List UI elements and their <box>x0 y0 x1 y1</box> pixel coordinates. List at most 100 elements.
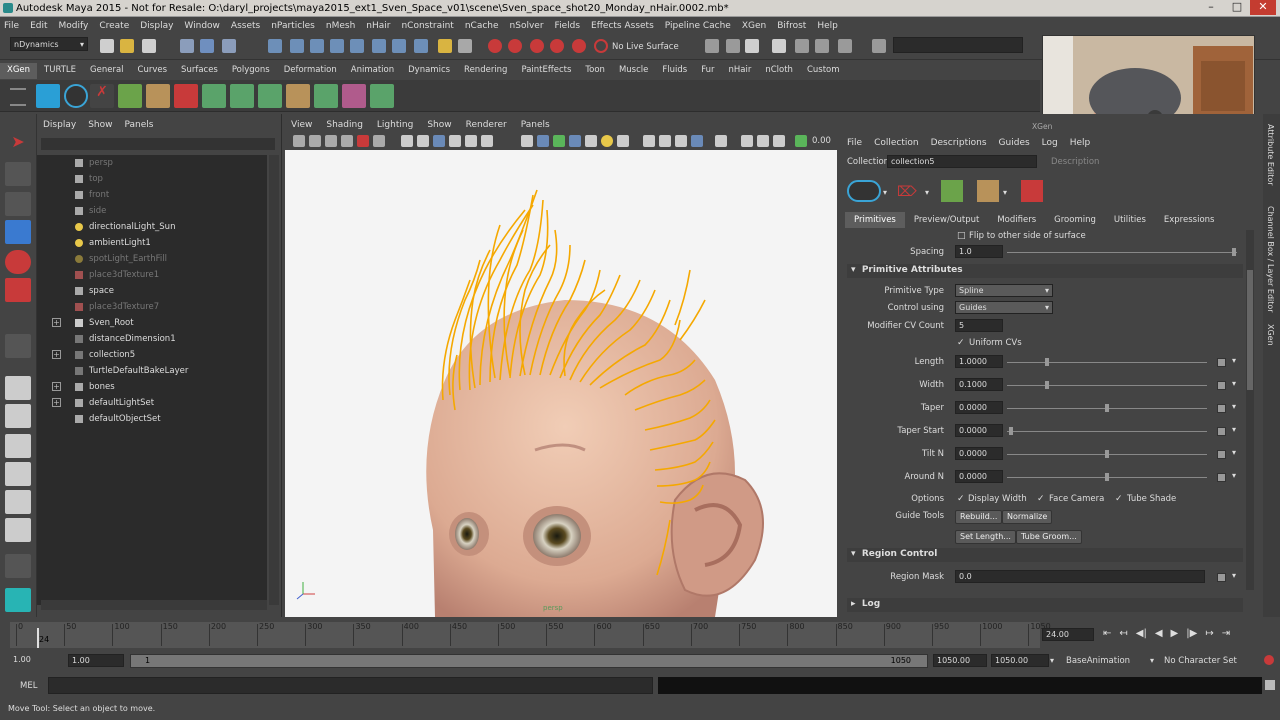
xgen-preview-icon[interactable] <box>64 84 88 108</box>
menu-nmesh[interactable]: nMesh <box>326 21 355 31</box>
outliner-item[interactable]: side <box>37 203 267 219</box>
shelf-tab-surfaces[interactable]: Surfaces <box>174 63 225 79</box>
menu-window[interactable]: Window <box>184 21 220 31</box>
display-width-checkbox[interactable]: ✓ <box>957 495 967 505</box>
textured-icon[interactable] <box>569 135 581 147</box>
hide-show-icon[interactable] <box>838 39 852 53</box>
image-plane-icon[interactable] <box>341 135 353 147</box>
shelf-tab-fur[interactable]: Fur <box>694 63 721 79</box>
chevron-down-icon[interactable]: ▾ <box>1150 656 1154 665</box>
chevron-down-icon[interactable]: ▾ <box>1232 448 1236 457</box>
tilt-n-field[interactable]: 0.0000 <box>955 447 1003 460</box>
expand-icon[interactable]: + <box>52 398 61 407</box>
play-backward-icon[interactable]: ◀ <box>1155 628 1163 642</box>
single-perspective-icon[interactable] <box>5 376 31 400</box>
tab-utilities[interactable]: Utilities <box>1105 212 1155 228</box>
outliner-vertical-scrollbar[interactable] <box>269 155 279 605</box>
viewport-menu-renderer[interactable]: Renderer <box>466 120 507 130</box>
playback-end-field[interactable]: 1050.00 <box>933 654 987 667</box>
lock-icon[interactable] <box>458 39 472 53</box>
go-to-end-icon[interactable]: ⇥ <box>1222 628 1230 642</box>
chevron-down-icon[interactable]: ▾ <box>1050 656 1054 665</box>
outliner-item[interactable]: directionalLight_Sun <box>37 219 267 235</box>
bookmark-icon[interactable] <box>325 135 337 147</box>
map-icon[interactable] <box>1217 404 1226 413</box>
grid-icon[interactable] <box>401 135 413 147</box>
step-back-key-icon[interactable]: ↤ <box>1119 628 1127 642</box>
tube-shade-checkbox[interactable]: ✓ <box>1115 495 1125 505</box>
taper-start-field[interactable]: 0.0000 <box>955 424 1003 437</box>
wireframe-on-shaded-icon[interactable] <box>553 135 565 147</box>
menu-file[interactable]: File <box>4 21 19 31</box>
xray-joints-icon[interactable] <box>741 135 753 147</box>
spacing-slider[interactable] <box>1007 252 1237 253</box>
layout-more-icon[interactable] <box>5 554 31 578</box>
render-settings-icon[interactable] <box>530 39 544 53</box>
texture-toggle-icon[interactable] <box>773 135 785 147</box>
xgen-editor-icon[interactable] <box>815 39 829 53</box>
quick-select-icon[interactable] <box>872 39 886 53</box>
add-guide-icon[interactable] <box>118 84 142 108</box>
chevron-down-icon[interactable]: ▾ <box>883 188 887 197</box>
step-forward-frame-icon[interactable]: |▶ <box>1186 628 1197 642</box>
outliner-item[interactable]: space <box>37 283 267 299</box>
guide-attach-icon[interactable] <box>314 84 338 108</box>
input-ops-icon[interactable] <box>372 39 386 53</box>
width-slider-handle[interactable] <box>1045 381 1049 389</box>
snap-surface-icon[interactable] <box>350 39 364 53</box>
menu-nparticles[interactable]: nParticles <box>271 21 315 31</box>
region-mask-field[interactable]: 0.0 <box>955 570 1205 583</box>
construction-history-icon[interactable] <box>414 39 428 53</box>
four-view-icon[interactable] <box>5 404 31 428</box>
chevron-down-icon[interactable]: ▾ <box>1232 379 1236 388</box>
outliner-item[interactable]: + Sven_Root <box>37 315 267 331</box>
menu-nconstraint[interactable]: nConstraint <box>401 21 453 31</box>
outliner-item[interactable]: defaultObjectSet <box>37 411 267 427</box>
shelf-tab-polygons[interactable]: Polygons <box>225 63 277 79</box>
shelf-tab-ncloth[interactable]: nCloth <box>758 63 800 79</box>
anim-start-field[interactable]: 1.00 <box>10 654 64 667</box>
character-set-dropdown[interactable]: No Character Set <box>1164 656 1237 666</box>
snap-point-icon[interactable] <box>310 39 324 53</box>
rotate-tool-icon[interactable] <box>5 250 31 274</box>
taper-field[interactable]: 0.0000 <box>955 401 1003 414</box>
chevron-down-icon[interactable]: ▾ <box>1003 188 1007 197</box>
quick-search-input[interactable] <box>893 37 1023 53</box>
outliner-item[interactable]: front <box>37 187 267 203</box>
width-field[interactable]: 0.1000 <box>955 378 1003 391</box>
persp-outliner-icon[interactable] <box>5 434 31 458</box>
menu-modify[interactable]: Modify <box>59 21 89 31</box>
flip-checkbox[interactable]: □ <box>957 232 967 242</box>
outliner-item[interactable]: place3dTexture1 <box>37 267 267 283</box>
set-length-button[interactable]: Set Length... <box>955 530 1016 544</box>
chevron-down-icon[interactable]: ▾ <box>1232 571 1236 580</box>
shelf-tab-animation[interactable]: Animation <box>344 63 401 79</box>
outliner-item[interactable]: TurtleDefaultBakeLayer <box>37 363 267 379</box>
shelf-tab-fluids[interactable]: Fluids <box>655 63 694 79</box>
lasso-tool-icon[interactable] <box>5 162 31 186</box>
map-icon[interactable] <box>1217 427 1226 436</box>
auto-key-icon[interactable] <box>1264 655 1274 665</box>
menu-pipeline-cache[interactable]: Pipeline Cache <box>665 21 731 31</box>
tab-modifiers[interactable]: Modifiers <box>988 212 1045 228</box>
taper-slider-handle[interactable] <box>1105 404 1109 412</box>
shelf-tab-custom[interactable]: Custom <box>800 63 847 79</box>
current-frame-field[interactable]: 24.00 <box>1042 628 1094 641</box>
face-camera-checkbox[interactable]: ✓ <box>1037 495 1047 505</box>
viewport-menu-panels[interactable]: Panels <box>521 120 550 130</box>
persp-hypershade-icon[interactable] <box>5 490 31 514</box>
taper-start-slider[interactable] <box>1007 431 1207 432</box>
channel-box-toggle-icon[interactable] <box>745 39 759 53</box>
menu-nsolver[interactable]: nSolver <box>510 21 544 31</box>
menu-bifrost[interactable]: Bifrost <box>777 21 806 31</box>
persp-uv-icon[interactable] <box>5 518 31 542</box>
output-ops-icon[interactable] <box>392 39 406 53</box>
step-back-frame-icon[interactable]: ◀| <box>1136 628 1147 642</box>
outliner-horizontal-scrollbar[interactable] <box>41 600 267 610</box>
shelf-tab-general[interactable]: General <box>83 63 131 79</box>
modeling-toolkit-icon[interactable] <box>795 39 809 53</box>
map-icon[interactable] <box>1217 381 1226 390</box>
shelf-tab-curves[interactable]: Curves <box>131 63 175 79</box>
range-bar[interactable]: 1 1050 <box>130 654 928 668</box>
layout-icon[interactable] <box>772 39 786 53</box>
